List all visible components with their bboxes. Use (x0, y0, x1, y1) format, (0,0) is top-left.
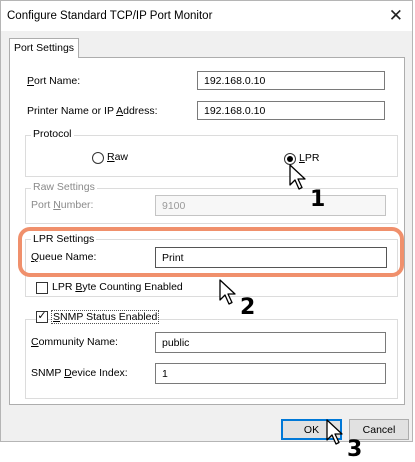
title-bar: Configure Standard TCP/IP Port Monitor ✕ (1, 1, 412, 31)
step-3-label: 3 (347, 437, 363, 462)
printer-address-field[interactable]: 192.168.0.10 (197, 101, 385, 120)
protocol-group (25, 135, 398, 177)
step-2-label: 2 (240, 295, 256, 320)
community-name-field[interactable]: public (155, 332, 386, 353)
close-icon[interactable]: ✕ (389, 1, 403, 31)
lpr-radio-label[interactable]: LPR (299, 152, 319, 164)
port-name-label-rest: ort Name: (34, 75, 81, 87)
queue-name-label: Queue Name: (31, 251, 97, 263)
device-index-field[interactable]: 1 (155, 363, 386, 384)
port-number-value: 9100 (162, 199, 186, 212)
device-index-label: SNMP Device Index: (31, 367, 128, 379)
snmp-enabled-label[interactable]: SNMP Status Enabled (51, 310, 160, 324)
tab-port-settings[interactable]: Port Settings (9, 38, 79, 58)
cursor-pointer-icon (289, 164, 306, 190)
port-number-field: 9100 (155, 195, 386, 216)
printer-address-value: 192.168.0.10 (204, 104, 266, 117)
port-number-label: Port Number: (31, 199, 94, 211)
dialog-window: Configure Standard TCP/IP Port Monitor ✕… (0, 0, 413, 442)
lpr-settings-legend: LPR Settings (31, 233, 97, 245)
snmp-enabled-checkbox[interactable]: ✓ (36, 311, 48, 323)
raw-radio[interactable] (92, 152, 104, 164)
snmp-group (25, 319, 398, 399)
byte-counting-label[interactable]: LPR Byte Counting Enabled (52, 281, 183, 293)
printer-address-label: Printer Name or IP Address: (27, 105, 158, 117)
cursor-pointer-icon (326, 419, 343, 445)
device-index-value: 1 (162, 367, 168, 380)
queue-name-field[interactable]: Print (155, 247, 387, 268)
step-1-label: 1 (310, 187, 326, 212)
window-title: Configure Standard TCP/IP Port Monitor (7, 10, 213, 22)
queue-name-value: Print (162, 251, 184, 264)
port-name-field[interactable]: 192.168.0.10 (197, 71, 385, 90)
community-name-label: Community Name: (31, 336, 118, 348)
port-name-label: Port Name: (27, 75, 81, 87)
raw-settings-legend: Raw Settings (31, 181, 97, 193)
port-name-value: 192.168.0.10 (204, 74, 266, 87)
community-name-value: public (162, 336, 190, 349)
lpr-radio-selected-dot (287, 156, 293, 162)
byte-counting-checkbox[interactable] (36, 282, 48, 294)
port-settings-panel: Port Name: 192.168.0.10 Printer Name or … (9, 57, 405, 405)
protocol-legend: Protocol (31, 128, 74, 140)
raw-radio-label[interactable]: Raw (107, 151, 128, 163)
cursor-pointer-icon (219, 279, 236, 305)
